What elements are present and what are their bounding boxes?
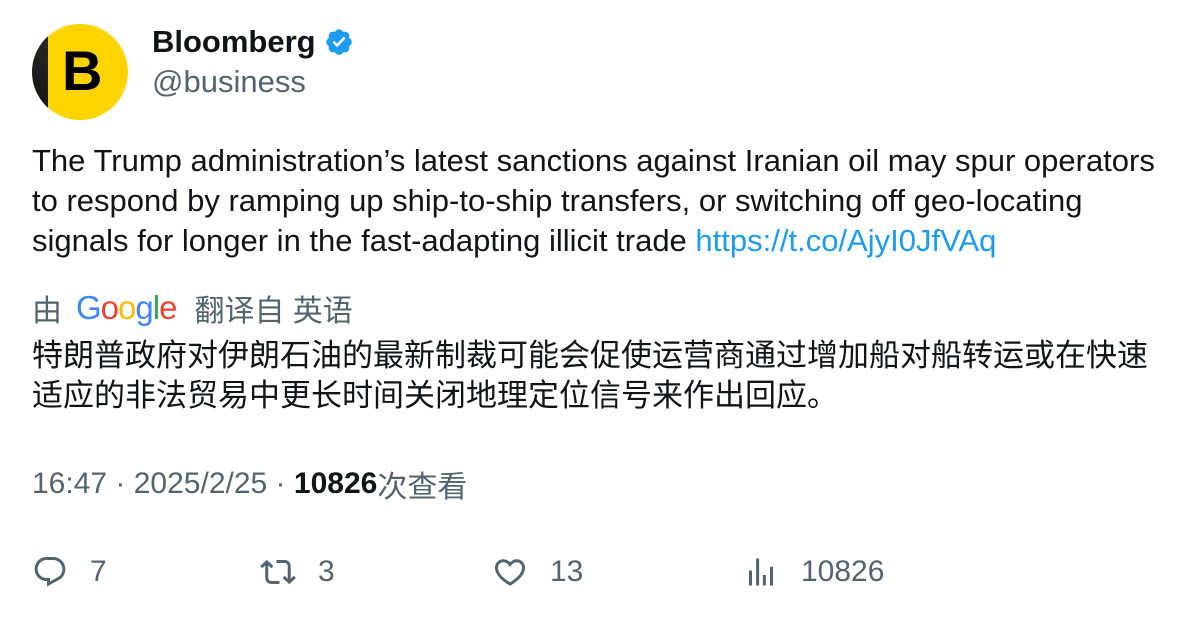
meta-separator: · (267, 467, 294, 500)
tweet-link[interactable]: https://t.co/AjyI0JfVAq (695, 223, 996, 258)
reply-count: 7 (90, 555, 107, 588)
verified-badge-icon (325, 29, 352, 55)
avatar[interactable]: B (32, 24, 128, 120)
translated-text: 特朗普政府对伊朗石油的最新制裁可能会促使运营商通过增加船对船转运或在快速适应的非… (32, 338, 1148, 413)
retweet-icon (260, 559, 296, 585)
tweet-card: B Bloomberg @business The Trump administ… (0, 0, 1196, 618)
translation-prefix: 由 (32, 295, 62, 328)
like-button[interactable]: 13 (492, 551, 583, 593)
reply-button[interactable]: 7 (32, 551, 107, 593)
tweet-meta: 16:47 · 2025/2/25 · 10826 次查看 (32, 464, 467, 504)
tweet-text: The Trump administration’s latest sancti… (32, 141, 1164, 261)
avatar-dark-strip (32, 24, 48, 120)
author-name-row: Bloomberg (152, 22, 354, 62)
google-logo: Google (76, 289, 177, 326)
translation-attribution[interactable]: 由 Google 翻译自 英语 (32, 288, 353, 328)
avatar-letter: B (62, 39, 103, 102)
retweet-count: 3 (318, 555, 335, 588)
author-name[interactable]: Bloomberg (152, 22, 316, 62)
tweet-date[interactable]: 2025/2/25 (134, 467, 267, 501)
action-bar: 7 3 13 10826 (32, 551, 1164, 593)
tweet-time[interactable]: 16:47 (32, 467, 107, 501)
views-button[interactable]: 10826 (743, 551, 884, 593)
view-count-label: 次查看 (377, 471, 468, 504)
meta-separator: · (107, 467, 134, 500)
translation-suffix: 翻译自 英语 (194, 295, 353, 328)
heart-icon (494, 559, 526, 586)
like-count: 13 (550, 555, 584, 588)
bar-chart-icon (749, 558, 773, 586)
views-action-count: 10826 (801, 555, 885, 588)
retweet-button[interactable]: 3 (260, 551, 335, 593)
author-handle[interactable]: @business (152, 62, 306, 102)
reply-icon (34, 557, 66, 587)
view-count: 10826 (293, 467, 378, 500)
